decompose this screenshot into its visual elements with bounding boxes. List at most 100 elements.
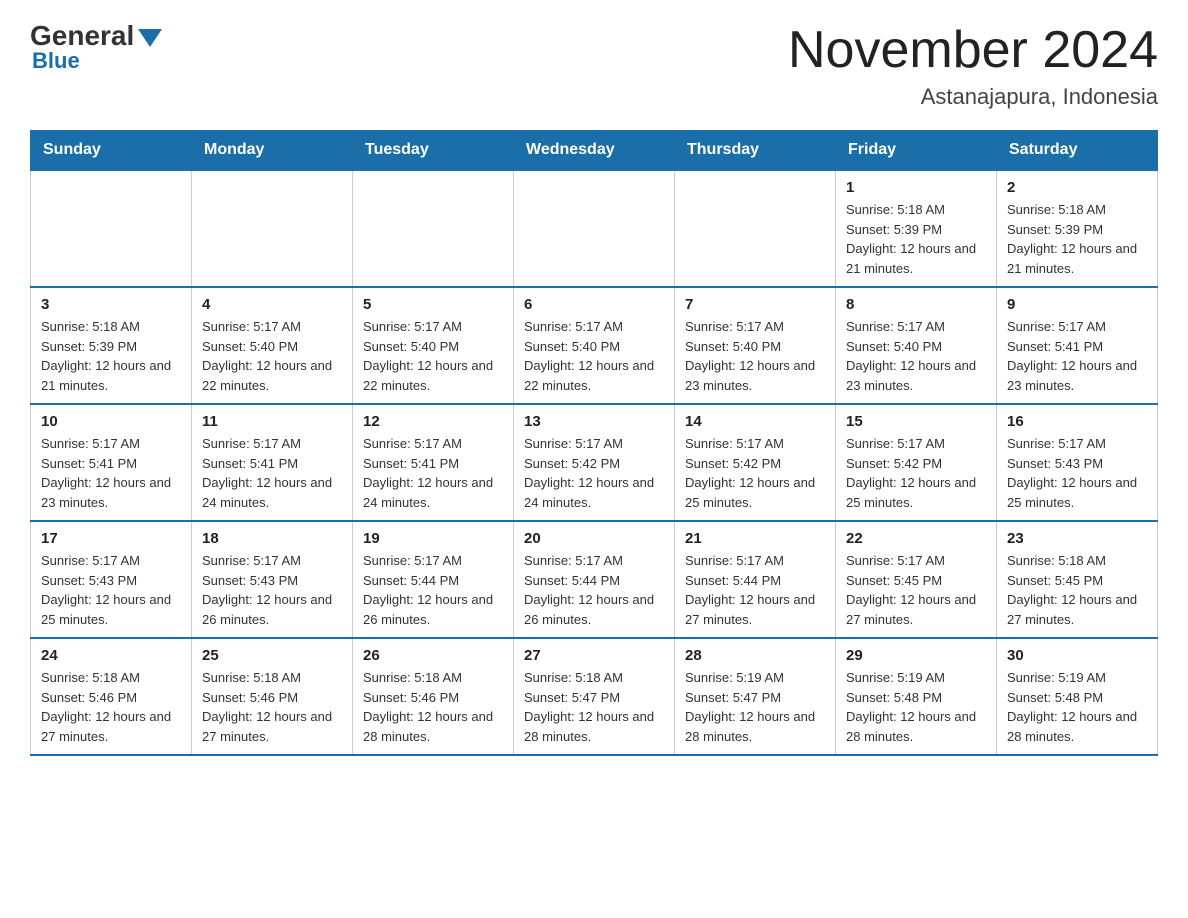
day-cell: 3 Sunrise: 5:18 AMSunset: 5:39 PMDaylight…: [31, 287, 192, 404]
day-number: 10: [41, 413, 181, 430]
calendar-body: 1 Sunrise: 5:18 AMSunset: 5:39 PMDaylight…: [31, 170, 1158, 755]
day-cell: 6Sunrise: 5:17 AMSunset: 5:40 PMDaylight…: [514, 287, 675, 404]
day-cell: 14 Sunrise: 5:17 AMSunset: 5:42 PMDayligh…: [675, 404, 836, 521]
day-number: 25: [202, 647, 342, 664]
day-cell: 5 Sunrise: 5:17 AMSunset: 5:40 PMDaylight…: [353, 287, 514, 404]
day-info: Sunrise: 5:18 AMSunset: 5:39 PMDaylight:…: [1007, 200, 1147, 278]
day-info: Sunrise: 5:18 AMSunset: 5:46 PMDaylight:…: [202, 668, 342, 746]
day-cell: 26 Sunrise: 5:18 AMSunset: 5:46 PMDayligh…: [353, 638, 514, 755]
day-number: 19: [363, 530, 503, 547]
day-cell: 4 Sunrise: 5:17 AMSunset: 5:40 PMDaylight…: [192, 287, 353, 404]
page-title: November 2024: [788, 20, 1158, 80]
day-info: Sunrise: 5:18 AMSunset: 5:46 PMDaylight:…: [41, 668, 181, 746]
col-header-friday: Friday: [836, 131, 997, 171]
day-number: 3: [41, 296, 181, 313]
day-info: Sunrise: 5:17 AMSunset: 5:40 PMDaylight:…: [846, 317, 986, 395]
day-cell: 18 Sunrise: 5:17 AMSunset: 5:43 PMDayligh…: [192, 521, 353, 638]
day-cell: 22 Sunrise: 5:17 AMSunset: 5:45 PMDayligh…: [836, 521, 997, 638]
week-row-5: 24 Sunrise: 5:18 AMSunset: 5:46 PMDayligh…: [31, 638, 1158, 755]
day-number: 9: [1007, 296, 1147, 313]
day-cell: 30Sunrise: 5:19 AMSunset: 5:48 PMDayligh…: [997, 638, 1158, 755]
day-number: 5: [363, 296, 503, 313]
day-number: 15: [846, 413, 986, 430]
day-number: 26: [363, 647, 503, 664]
day-info: Sunrise: 5:17 AMSunset: 5:42 PMDaylight:…: [524, 434, 664, 512]
col-header-wednesday: Wednesday: [514, 131, 675, 171]
day-cell: 8Sunrise: 5:17 AMSunset: 5:40 PMDaylight…: [836, 287, 997, 404]
day-number: 11: [202, 413, 342, 430]
day-cell: 16 Sunrise: 5:17 AMSunset: 5:43 PMDayligh…: [997, 404, 1158, 521]
day-number: 21: [685, 530, 825, 547]
logo: General Blue: [30, 20, 162, 74]
day-info: Sunrise: 5:17 AMSunset: 5:44 PMDaylight:…: [363, 551, 503, 629]
day-info: Sunrise: 5:18 AMSunset: 5:39 PMDaylight:…: [41, 317, 181, 395]
day-info: Sunrise: 5:17 AMSunset: 5:40 PMDaylight:…: [202, 317, 342, 395]
week-row-2: 3 Sunrise: 5:18 AMSunset: 5:39 PMDaylight…: [31, 287, 1158, 404]
day-info: Sunrise: 5:18 AMSunset: 5:45 PMDaylight:…: [1007, 551, 1147, 629]
day-number: 2: [1007, 179, 1147, 196]
day-info: Sunrise: 5:19 AMSunset: 5:47 PMDaylight:…: [685, 668, 825, 746]
day-info: Sunrise: 5:19 AMSunset: 5:48 PMDaylight:…: [846, 668, 986, 746]
day-info: Sunrise: 5:17 AMSunset: 5:43 PMDaylight:…: [1007, 434, 1147, 512]
day-info: Sunrise: 5:19 AMSunset: 5:48 PMDaylight:…: [1007, 668, 1147, 746]
day-cell: 19 Sunrise: 5:17 AMSunset: 5:44 PMDayligh…: [353, 521, 514, 638]
header-row: SundayMondayTuesdayWednesdayThursdayFrid…: [31, 131, 1158, 171]
day-info: Sunrise: 5:18 AMSunset: 5:39 PMDaylight:…: [846, 200, 986, 278]
day-cell: 28Sunrise: 5:19 AMSunset: 5:47 PMDayligh…: [675, 638, 836, 755]
day-cell: 21 Sunrise: 5:17 AMSunset: 5:44 PMDayligh…: [675, 521, 836, 638]
day-number: 27: [524, 647, 664, 664]
day-info: Sunrise: 5:17 AMSunset: 5:45 PMDaylight:…: [846, 551, 986, 629]
day-number: 20: [524, 530, 664, 547]
col-header-saturday: Saturday: [997, 131, 1158, 171]
day-number: 23: [1007, 530, 1147, 547]
calendar-header: SundayMondayTuesdayWednesdayThursdayFrid…: [31, 131, 1158, 171]
day-number: 6: [524, 296, 664, 313]
day-info: Sunrise: 5:17 AMSunset: 5:43 PMDaylight:…: [41, 551, 181, 629]
day-cell: 23 Sunrise: 5:18 AMSunset: 5:45 PMDayligh…: [997, 521, 1158, 638]
day-cell: 27Sunrise: 5:18 AMSunset: 5:47 PMDayligh…: [514, 638, 675, 755]
day-cell: [192, 170, 353, 287]
day-number: 13: [524, 413, 664, 430]
col-header-monday: Monday: [192, 131, 353, 171]
week-row-3: 10 Sunrise: 5:17 AMSunset: 5:41 PMDayligh…: [31, 404, 1158, 521]
day-info: Sunrise: 5:17 AMSunset: 5:40 PMDaylight:…: [685, 317, 825, 395]
day-info: Sunrise: 5:17 AMSunset: 5:42 PMDaylight:…: [685, 434, 825, 512]
day-info: Sunrise: 5:17 AMSunset: 5:41 PMDaylight:…: [363, 434, 503, 512]
day-cell: 20Sunrise: 5:17 AMSunset: 5:44 PMDayligh…: [514, 521, 675, 638]
day-cell: 1 Sunrise: 5:18 AMSunset: 5:39 PMDaylight…: [836, 170, 997, 287]
day-number: 14: [685, 413, 825, 430]
week-row-4: 17 Sunrise: 5:17 AMSunset: 5:43 PMDayligh…: [31, 521, 1158, 638]
logo-blue-text: Blue: [32, 48, 80, 74]
day-cell: 29 Sunrise: 5:19 AMSunset: 5:48 PMDayligh…: [836, 638, 997, 755]
day-info: Sunrise: 5:17 AMSunset: 5:44 PMDaylight:…: [685, 551, 825, 629]
calendar-table: SundayMondayTuesdayWednesdayThursdayFrid…: [30, 130, 1158, 756]
col-header-tuesday: Tuesday: [353, 131, 514, 171]
day-number: 22: [846, 530, 986, 547]
day-number: 29: [846, 647, 986, 664]
title-area: November 2024 Astanajapura, Indonesia: [788, 20, 1158, 110]
day-info: Sunrise: 5:18 AMSunset: 5:46 PMDaylight:…: [363, 668, 503, 746]
day-number: 4: [202, 296, 342, 313]
day-cell: [353, 170, 514, 287]
day-info: Sunrise: 5:17 AMSunset: 5:41 PMDaylight:…: [202, 434, 342, 512]
day-cell: 25 Sunrise: 5:18 AMSunset: 5:46 PMDayligh…: [192, 638, 353, 755]
day-info: Sunrise: 5:17 AMSunset: 5:40 PMDaylight:…: [363, 317, 503, 395]
day-cell: 2 Sunrise: 5:18 AMSunset: 5:39 PMDaylight…: [997, 170, 1158, 287]
page-subtitle: Astanajapura, Indonesia: [788, 84, 1158, 110]
day-number: 17: [41, 530, 181, 547]
day-cell: 17 Sunrise: 5:17 AMSunset: 5:43 PMDayligh…: [31, 521, 192, 638]
day-info: Sunrise: 5:17 AMSunset: 5:42 PMDaylight:…: [846, 434, 986, 512]
day-cell: 12Sunrise: 5:17 AMSunset: 5:41 PMDayligh…: [353, 404, 514, 521]
day-cell: 7Sunrise: 5:17 AMSunset: 5:40 PMDaylight…: [675, 287, 836, 404]
day-cell: 15 Sunrise: 5:17 AMSunset: 5:42 PMDayligh…: [836, 404, 997, 521]
day-cell: 24 Sunrise: 5:18 AMSunset: 5:46 PMDayligh…: [31, 638, 192, 755]
day-number: 24: [41, 647, 181, 664]
day-number: 18: [202, 530, 342, 547]
col-header-sunday: Sunday: [31, 131, 192, 171]
day-number: 1: [846, 179, 986, 196]
day-cell: [514, 170, 675, 287]
day-number: 16: [1007, 413, 1147, 430]
day-info: Sunrise: 5:17 AMSunset: 5:43 PMDaylight:…: [202, 551, 342, 629]
day-cell: 11 Sunrise: 5:17 AMSunset: 5:41 PMDayligh…: [192, 404, 353, 521]
day-info: Sunrise: 5:17 AMSunset: 5:41 PMDaylight:…: [1007, 317, 1147, 395]
